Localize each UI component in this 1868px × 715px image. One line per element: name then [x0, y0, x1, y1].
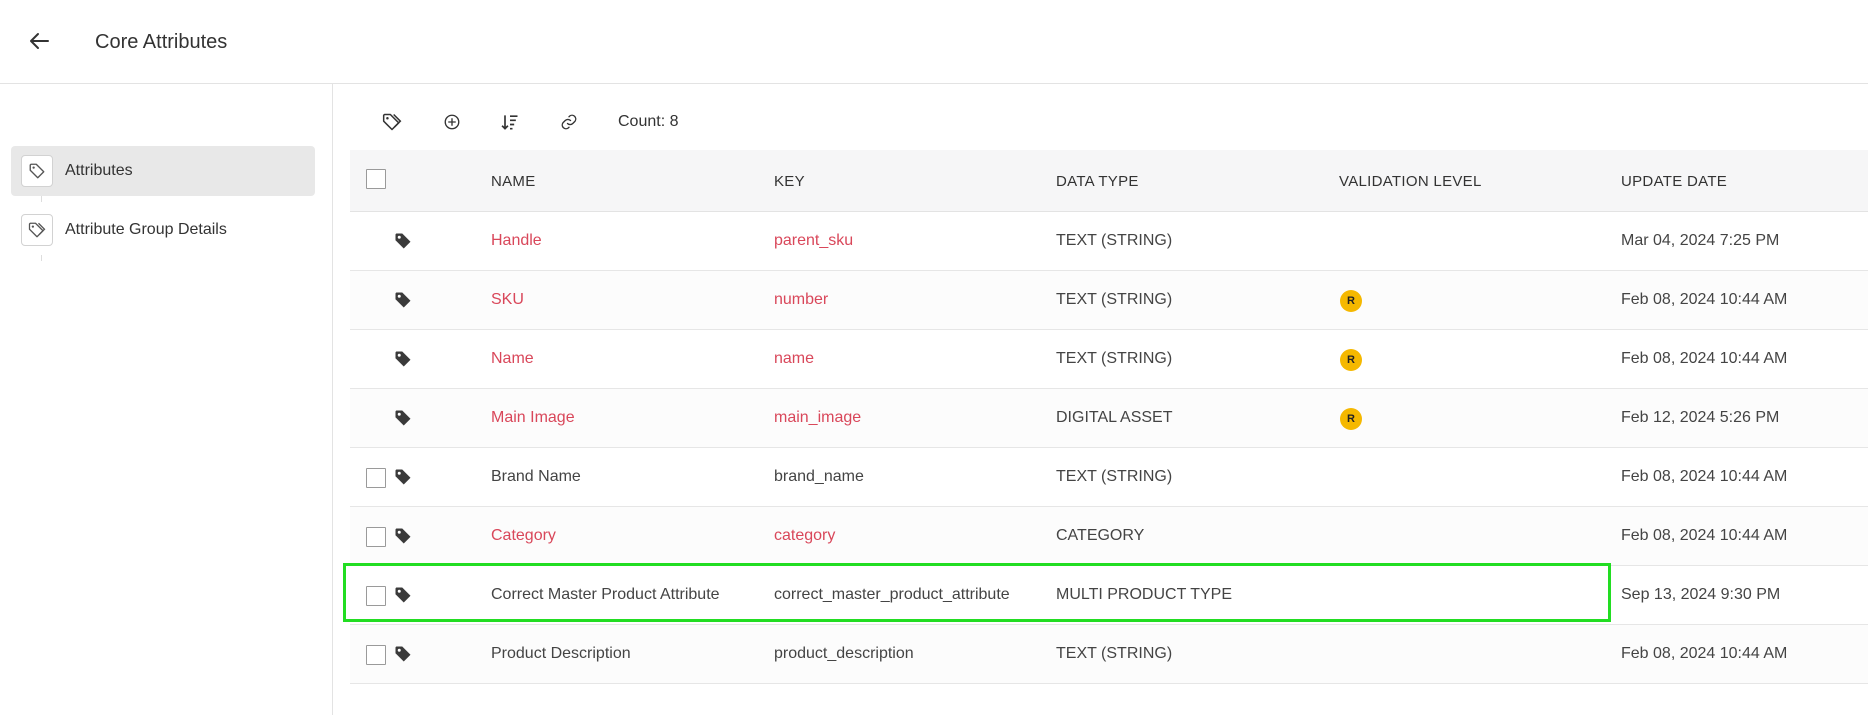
attribute-data-type: DIGITAL ASSET: [1056, 409, 1173, 426]
attribute-name[interactable]: Main Image: [491, 409, 575, 427]
page-header: Core Attributes: [0, 0, 1868, 84]
attribute-data-type: MULTI PRODUCT TYPE: [1056, 586, 1233, 603]
tag-outline-icon: [21, 155, 53, 187]
attribute-key: category: [774, 527, 836, 544]
arrow-left-icon: [30, 33, 49, 49]
row-checkbox[interactable]: [366, 468, 386, 488]
tag-icon: [395, 528, 411, 544]
column-header-validation-level[interactable]: VALIDATION LEVEL: [1339, 173, 1482, 190]
attribute-name[interactable]: Name: [491, 350, 534, 368]
count-label: Count: 8: [618, 113, 679, 130]
tag-icon: [395, 292, 411, 308]
attribute-update-date: Sep 13, 2024 9:30 PM: [1621, 586, 1781, 603]
table-row[interactable]: Main Image main_image DIGITAL ASSET R Fe…: [350, 389, 1868, 448]
attribute-data-type: TEXT (STRING): [1056, 350, 1173, 367]
attribute-key: name: [774, 350, 815, 367]
attribute-update-date: Mar 04, 2024 7:25 PM: [1621, 232, 1780, 249]
link-icon: [561, 114, 577, 130]
attribute-key: brand_name: [774, 468, 864, 485]
sort-icon: [501, 115, 518, 130]
tag-icon: [395, 351, 411, 367]
tags-icon: [382, 113, 402, 131]
attribute-data-type: CATEGORY: [1056, 527, 1145, 544]
attribute-update-date: Feb 08, 2024 10:44 AM: [1621, 527, 1788, 544]
attribute-data-type: TEXT (STRING): [1056, 645, 1173, 662]
attribute-name[interactable]: Correct Master Product Attribute: [491, 586, 720, 604]
table-row[interactable]: SKU number TEXT (STRING) R Feb 08, 2024 …: [350, 271, 1868, 330]
column-header-update-date[interactable]: UPDATE DATE: [1621, 173, 1727, 190]
attribute-name[interactable]: Brand Name: [491, 468, 581, 486]
sidebar-connector: [41, 196, 42, 202]
add-button[interactable]: [436, 106, 468, 138]
tag-icon: [395, 233, 411, 249]
table-row[interactable]: Correct Master Product Attribute correct…: [350, 566, 1868, 625]
sidebar-item-attribute-group-details[interactable]: Attribute Group Details: [11, 205, 315, 255]
validation-badge: R: [1340, 408, 1362, 430]
page-title: Core Attributes: [95, 31, 228, 53]
table-row[interactable]: Name name TEXT (STRING) R Feb 08, 2024 1…: [350, 330, 1868, 389]
table-row[interactable]: Handle parent_sku TEXT (STRING) Mar 04, …: [350, 212, 1868, 271]
table-body: Handle parent_sku TEXT (STRING) Mar 04, …: [350, 212, 1868, 684]
tag-button[interactable]: [376, 106, 408, 138]
validation-badge: R: [1340, 290, 1362, 312]
tag-icon: [395, 587, 411, 603]
attributes-table: NAME KEY DATA TYPE VALIDATION LEVEL UPDA…: [350, 150, 1868, 684]
tag-icon: [395, 646, 411, 662]
back-button[interactable]: [22, 24, 56, 58]
table-row[interactable]: Brand Name brand_name TEXT (STRING) Feb …: [350, 448, 1868, 507]
attribute-name[interactable]: Product Description: [491, 645, 631, 663]
column-header-name[interactable]: NAME: [491, 173, 536, 190]
sidebar: Attributes Attribute Group Details: [0, 84, 333, 715]
attribute-data-type: TEXT (STRING): [1056, 232, 1173, 249]
link-button[interactable]: [553, 106, 585, 138]
sidebar-connector: [41, 255, 42, 261]
row-checkbox[interactable]: [366, 586, 386, 606]
row-checkbox[interactable]: [366, 527, 386, 547]
sidebar-item-label: Attributes: [65, 162, 133, 179]
attribute-key: number: [774, 291, 829, 308]
attribute-update-date: Feb 08, 2024 10:44 AM: [1621, 291, 1788, 308]
attribute-update-date: Feb 12, 2024 5:26 PM: [1621, 409, 1780, 426]
add-circle-icon: [444, 114, 460, 130]
attribute-update-date: Feb 08, 2024 10:44 AM: [1621, 645, 1788, 662]
select-all-checkbox[interactable]: [366, 169, 386, 189]
validation-badge: R: [1340, 349, 1362, 371]
tag-icon: [395, 410, 411, 426]
attribute-name[interactable]: Category: [491, 527, 556, 545]
toolbar: Count: 8: [350, 102, 1850, 142]
attribute-key: product_description: [774, 645, 914, 662]
sort-button[interactable]: [494, 106, 526, 138]
row-checkbox[interactable]: [366, 645, 386, 665]
attribute-update-date: Feb 08, 2024 10:44 AM: [1621, 350, 1788, 367]
sidebar-item-attributes[interactable]: Attributes: [11, 146, 315, 196]
attribute-data-type: TEXT (STRING): [1056, 468, 1173, 485]
table-row[interactable]: Category category CATEGORY Feb 08, 2024 …: [350, 507, 1868, 566]
table-header: NAME KEY DATA TYPE VALIDATION LEVEL UPDA…: [350, 150, 1868, 212]
column-header-data-type[interactable]: DATA TYPE: [1056, 173, 1139, 190]
sidebar-item-label: Attribute Group Details: [65, 221, 227, 238]
attribute-key: main_image: [774, 409, 862, 426]
tags-outline-icon: [21, 214, 53, 246]
attribute-key: correct_master_product_attribute: [774, 586, 1010, 603]
attribute-name[interactable]: SKU: [491, 291, 524, 309]
attribute-name[interactable]: Handle: [491, 232, 542, 250]
attribute-update-date: Feb 08, 2024 10:44 AM: [1621, 468, 1788, 485]
tag-icon: [395, 469, 411, 485]
attribute-key: parent_sku: [774, 232, 854, 249]
column-header-key[interactable]: KEY: [774, 173, 805, 190]
attribute-data-type: TEXT (STRING): [1056, 291, 1173, 308]
table-row[interactable]: Product Description product_description …: [350, 625, 1868, 684]
